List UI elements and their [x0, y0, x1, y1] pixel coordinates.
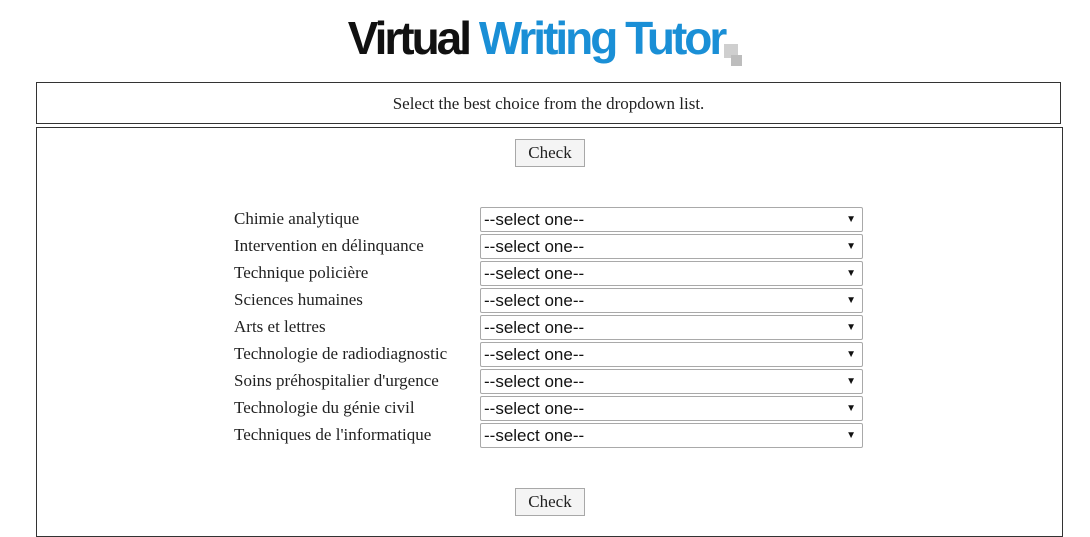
chevron-down-icon: ▼ — [846, 214, 856, 225]
answer-select[interactable]: --select one-- ▼ — [480, 369, 863, 394]
check-button-bottom[interactable]: Check — [515, 488, 585, 516]
quiz-row: Chimie analytique --select one-- ▼ — [234, 206, 864, 233]
select-value: --select one-- — [484, 291, 585, 310]
answer-select[interactable]: --select one-- ▼ — [480, 396, 863, 421]
chevron-down-icon: ▼ — [846, 268, 856, 279]
quiz-row: Technique policière --select one-- ▼ — [234, 260, 864, 287]
chevron-down-icon: ▼ — [846, 376, 856, 387]
chevron-down-icon: ▼ — [846, 403, 856, 414]
select-value: --select one-- — [484, 210, 585, 229]
logo-word-virtual: Virtual — [347, 12, 472, 64]
instructions-text: Select the best choice from the dropdown… — [392, 94, 705, 113]
select-value: --select one-- — [484, 372, 585, 391]
quiz-row: Intervention en délinquance --select one… — [234, 233, 864, 260]
answer-select[interactable]: --select one-- ▼ — [480, 423, 863, 448]
quiz-row: Sciences humaines --select one-- ▼ — [234, 287, 864, 314]
select-value: --select one-- — [484, 264, 585, 283]
row-label: Techniques de l'informatique — [234, 425, 432, 444]
answer-select[interactable]: --select one-- ▼ — [480, 315, 863, 340]
row-label: Sciences humaines — [234, 290, 363, 309]
answer-select[interactable]: --select one-- ▼ — [480, 342, 863, 367]
row-label: Technique policière — [234, 263, 369, 282]
row-label: Technologie de radiodiagnostic — [234, 344, 448, 363]
quiz-row: Soins préhospitalier d'urgence --select … — [234, 368, 864, 395]
quiz-panel: Check Chimie analytique --select one-- ▼… — [36, 127, 1063, 537]
chevron-down-icon: ▼ — [846, 295, 856, 306]
select-value: --select one-- — [484, 426, 585, 445]
chevron-down-icon: ▼ — [846, 349, 856, 360]
instructions-panel: Select the best choice from the dropdown… — [36, 82, 1061, 124]
logo-square-mark-small — [731, 55, 743, 66]
logo-word-writing-tutor: Writing Tutor — [478, 12, 727, 64]
quiz-row: Technologie de radiodiagnostic --select … — [234, 341, 864, 368]
row-label: Intervention en délinquance — [234, 236, 424, 255]
chevron-down-icon: ▼ — [846, 241, 856, 252]
check-button-top[interactable]: Check — [515, 139, 585, 167]
answer-select[interactable]: --select one-- ▼ — [480, 288, 863, 313]
answer-select[interactable]: --select one-- ▼ — [480, 207, 863, 232]
select-value: --select one-- — [484, 318, 585, 337]
chevron-down-icon: ▼ — [846, 430, 856, 441]
row-label: Soins préhospitalier d'urgence — [234, 371, 439, 390]
select-value: --select one-- — [484, 237, 585, 256]
select-value: --select one-- — [484, 345, 585, 364]
row-label: Technologie du génie civil — [234, 398, 415, 417]
row-label: Arts et lettres — [234, 317, 326, 336]
quiz-row: Arts et lettres --select one-- ▼ — [234, 314, 864, 341]
chevron-down-icon: ▼ — [846, 322, 856, 333]
quiz-row: Technologie du génie civil --select one-… — [234, 395, 864, 422]
answer-select[interactable]: --select one-- ▼ — [480, 234, 863, 259]
quiz-row: Techniques de l'informatique --select on… — [234, 422, 864, 449]
site-logo[interactable]: Virtual Writing Tutor — [0, 8, 1090, 70]
select-value: --select one-- — [484, 399, 585, 418]
answer-select[interactable]: --select one-- ▼ — [480, 261, 863, 286]
row-label: Chimie analytique — [234, 209, 360, 228]
matching-rows: Chimie analytique --select one-- ▼ Inter… — [234, 206, 864, 449]
